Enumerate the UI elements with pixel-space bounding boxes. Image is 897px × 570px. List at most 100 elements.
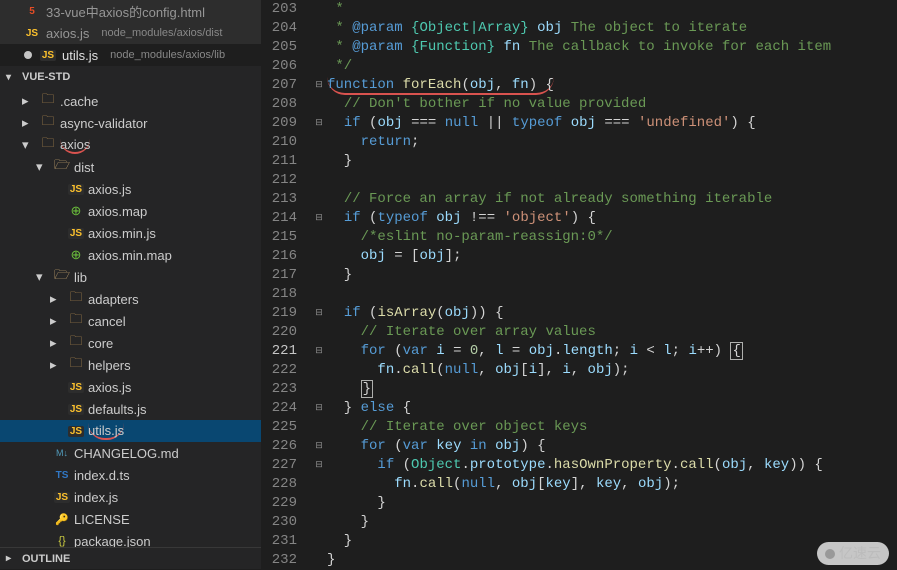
code-line[interactable]: * <box>327 0 897 19</box>
chevron-right-icon[interactable]: ▸ <box>22 93 36 109</box>
code-editor[interactable]: 2032042052062072082092102112122132142152… <box>261 0 897 569</box>
file-tree[interactable]: ▸🗀.cache▸🗀async-validator▾🗀axios▾🗁distJS… <box>0 88 261 547</box>
fold-gutter[interactable]: ⊟⊟⊟⊟⊟⊟⊟⊟ <box>311 0 327 569</box>
fold-spacer <box>311 475 327 494</box>
logo-icon <box>825 549 835 559</box>
watermark: 亿速云 <box>817 542 889 565</box>
js-file-icon: JS <box>40 50 56 61</box>
explorer-section-header[interactable]: ▾ VUE-STD <box>0 66 261 88</box>
code-line[interactable]: fn.call(null, obj[key], key, obj); <box>327 475 897 494</box>
fold-spacer <box>311 57 327 76</box>
editor-tab[interactable]: JSaxios.jsnode_modules/axios/dist <box>0 22 261 44</box>
code-line[interactable]: // Force an array if not already somethi… <box>327 190 897 209</box>
tree-item-helpers[interactable]: ▸🗀helpers <box>0 354 261 376</box>
fold-toggle-icon[interactable]: ⊟ <box>311 304 327 323</box>
tree-item-axios-min-js[interactable]: JSaxios.min.js <box>0 222 261 244</box>
tree-item-axios-js[interactable]: JSaxios.js <box>0 178 261 200</box>
tree-item-index-d-ts[interactable]: TSindex.d.ts <box>0 464 261 486</box>
editor-tab[interactable]: 533-vue中axios的config.html <box>0 0 261 22</box>
code-line[interactable]: } <box>327 152 897 171</box>
code-line[interactable]: for (var i = 0, l = obj.length; i < l; i… <box>327 342 897 361</box>
line-number: 220 <box>261 323 297 342</box>
chevron-right-icon[interactable]: ▸ <box>50 335 64 351</box>
code-line[interactable] <box>327 285 897 304</box>
chevron-right-icon[interactable]: ▸ <box>50 291 64 307</box>
ts-file-icon: TS <box>54 470 70 481</box>
tree-item-package-json[interactable]: {}package.json <box>0 530 261 547</box>
fold-toggle-icon[interactable]: ⊟ <box>311 399 327 418</box>
js-file-icon: JS <box>68 382 84 393</box>
tree-item-utils-js[interactable]: JSutils.js <box>0 420 261 442</box>
fold-spacer <box>311 247 327 266</box>
tree-item-index-js[interactable]: JSindex.js <box>0 486 261 508</box>
tree-item-license[interactable]: 🔑LICENSE <box>0 508 261 530</box>
chevron-down-icon[interactable]: ▾ <box>36 159 50 175</box>
code-line[interactable]: /*eslint no-param-reassign:0*/ <box>327 228 897 247</box>
tree-item-lib[interactable]: ▾🗁lib <box>0 266 261 288</box>
tree-item-cancel[interactable]: ▸🗀cancel <box>0 310 261 332</box>
code-line[interactable]: // Don't bother if no value provided <box>327 95 897 114</box>
map-file-icon: ⊕ <box>68 247 84 263</box>
sidebar: 533-vue中axios的config.htmlJSaxios.jsnode_… <box>0 0 261 569</box>
fold-spacer <box>311 532 327 551</box>
line-number: 229 <box>261 494 297 513</box>
folder-icon: 🗀 <box>68 332 84 354</box>
chevron-down-icon[interactable]: ▾ <box>36 269 50 285</box>
chevron-right-icon[interactable]: ▸ <box>50 313 64 329</box>
code-line[interactable]: } <box>327 494 897 513</box>
tree-item-label: cancel <box>88 314 126 329</box>
tree-item-changelog-md[interactable]: M↓CHANGELOG.md <box>0 442 261 464</box>
tree-item-adapters[interactable]: ▸🗀adapters <box>0 288 261 310</box>
fold-toggle-icon[interactable]: ⊟ <box>311 76 327 95</box>
code-content[interactable]: * * @param {Object|Array} obj The object… <box>327 0 897 569</box>
code-line[interactable]: * @param {Object|Array} obj The object t… <box>327 19 897 38</box>
code-line[interactable]: for (var key in obj) { <box>327 437 897 456</box>
tree-item-axios-js[interactable]: JSaxios.js <box>0 376 261 398</box>
code-line[interactable]: if (Object.prototype.hasOwnProperty.call… <box>327 456 897 475</box>
code-line[interactable]: */ <box>327 57 897 76</box>
fold-toggle-icon[interactable]: ⊟ <box>311 437 327 456</box>
fold-toggle-icon[interactable]: ⊟ <box>311 209 327 228</box>
code-line[interactable]: } else { <box>327 399 897 418</box>
tree-item-label: axios.js <box>88 182 131 197</box>
code-line[interactable]: } <box>327 266 897 285</box>
code-line[interactable]: } <box>327 380 897 399</box>
code-line[interactable]: // Iterate over object keys <box>327 418 897 437</box>
tree-item-dist[interactable]: ▾🗁dist <box>0 156 261 178</box>
fold-toggle-icon[interactable]: ⊟ <box>311 342 327 361</box>
line-number: 223 <box>261 380 297 399</box>
tree-item-axios[interactable]: ▾🗀axios <box>0 134 261 156</box>
chevron-down-icon[interactable]: ▾ <box>22 137 36 153</box>
folder-icon: 🗀 <box>68 354 84 376</box>
tree-item--cache[interactable]: ▸🗀.cache <box>0 90 261 112</box>
code-line[interactable]: // Iterate over array values <box>327 323 897 342</box>
folder-open-icon: 🗁 <box>54 156 70 178</box>
code-line[interactable]: function forEach(obj, fn) { <box>327 76 897 95</box>
tree-item-defaults-js[interactable]: JSdefaults.js <box>0 398 261 420</box>
code-line[interactable]: return; <box>327 133 897 152</box>
tree-item-axios-min-map[interactable]: ⊕axios.min.map <box>0 244 261 266</box>
code-line[interactable] <box>327 171 897 190</box>
code-line[interactable]: * @param {Function} fn The callback to i… <box>327 38 897 57</box>
tree-item-axios-map[interactable]: ⊕axios.map <box>0 200 261 222</box>
code-line[interactable]: if (typeof obj !== 'object') { <box>327 209 897 228</box>
chevron-right-icon[interactable]: ▸ <box>22 115 36 131</box>
code-line[interactable]: obj = [obj]; <box>327 247 897 266</box>
line-number: 216 <box>261 247 297 266</box>
tree-item-core[interactable]: ▸🗀core <box>0 332 261 354</box>
fold-toggle-icon[interactable]: ⊟ <box>311 456 327 475</box>
editor-tab[interactable]: JSutils.jsnode_modules/axios/lib <box>0 44 261 66</box>
md-file-icon: M↓ <box>54 448 70 458</box>
code-line[interactable]: } <box>327 513 897 532</box>
code-line[interactable]: if (obj === null || typeof obj === 'unde… <box>327 114 897 133</box>
chevron-right-icon[interactable]: ▸ <box>50 357 64 373</box>
dirty-indicator-icon <box>24 51 32 59</box>
code-line[interactable]: if (isArray(obj)) { <box>327 304 897 323</box>
fold-toggle-icon[interactable]: ⊟ <box>311 114 327 133</box>
outline-section-header[interactable]: ▸ OUTLINE <box>0 547 261 569</box>
code-line[interactable]: } <box>327 532 897 551</box>
code-line[interactable]: fn.call(null, obj[i], i, obj); <box>327 361 897 380</box>
tree-item-async-validator[interactable]: ▸🗀async-validator <box>0 112 261 134</box>
line-number: 217 <box>261 266 297 285</box>
code-line[interactable]: } <box>327 551 897 570</box>
